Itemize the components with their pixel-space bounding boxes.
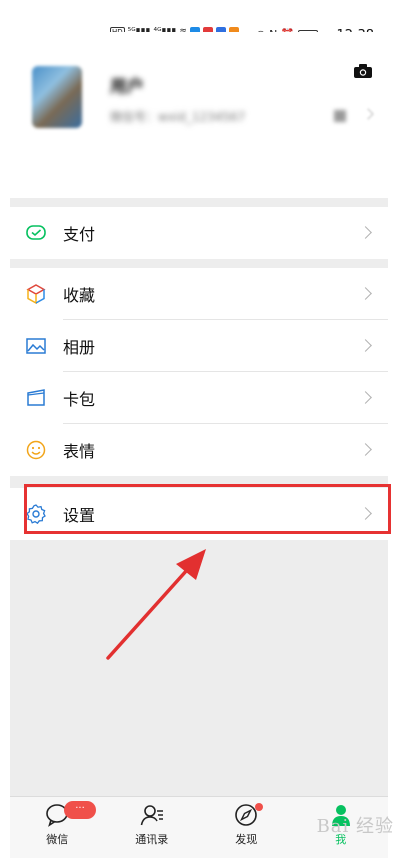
contacts-icon [140,805,163,826]
tab-contacts[interactable]: 通讯录 [105,797,200,858]
tab-label: 微信 [46,833,69,846]
unread-badge: ··· [64,801,96,819]
annotation-arrow [106,549,206,660]
tab-chats[interactable]: ··· 微信 [10,797,105,858]
tab-label: 发现 [235,833,258,846]
tab-label: 通讯录 [135,833,169,846]
watermark: Bai 经验 [316,816,394,837]
tab-discover[interactable]: 发现 [199,797,294,858]
phone-frame: HD ⁵ᴳ▮▮▮ ⁴ᴳ▮▮▮ ≋ ◉ N ⏰ 12:38 用户 微信号：wxid… [10,0,393,858]
new-dot [255,803,263,811]
